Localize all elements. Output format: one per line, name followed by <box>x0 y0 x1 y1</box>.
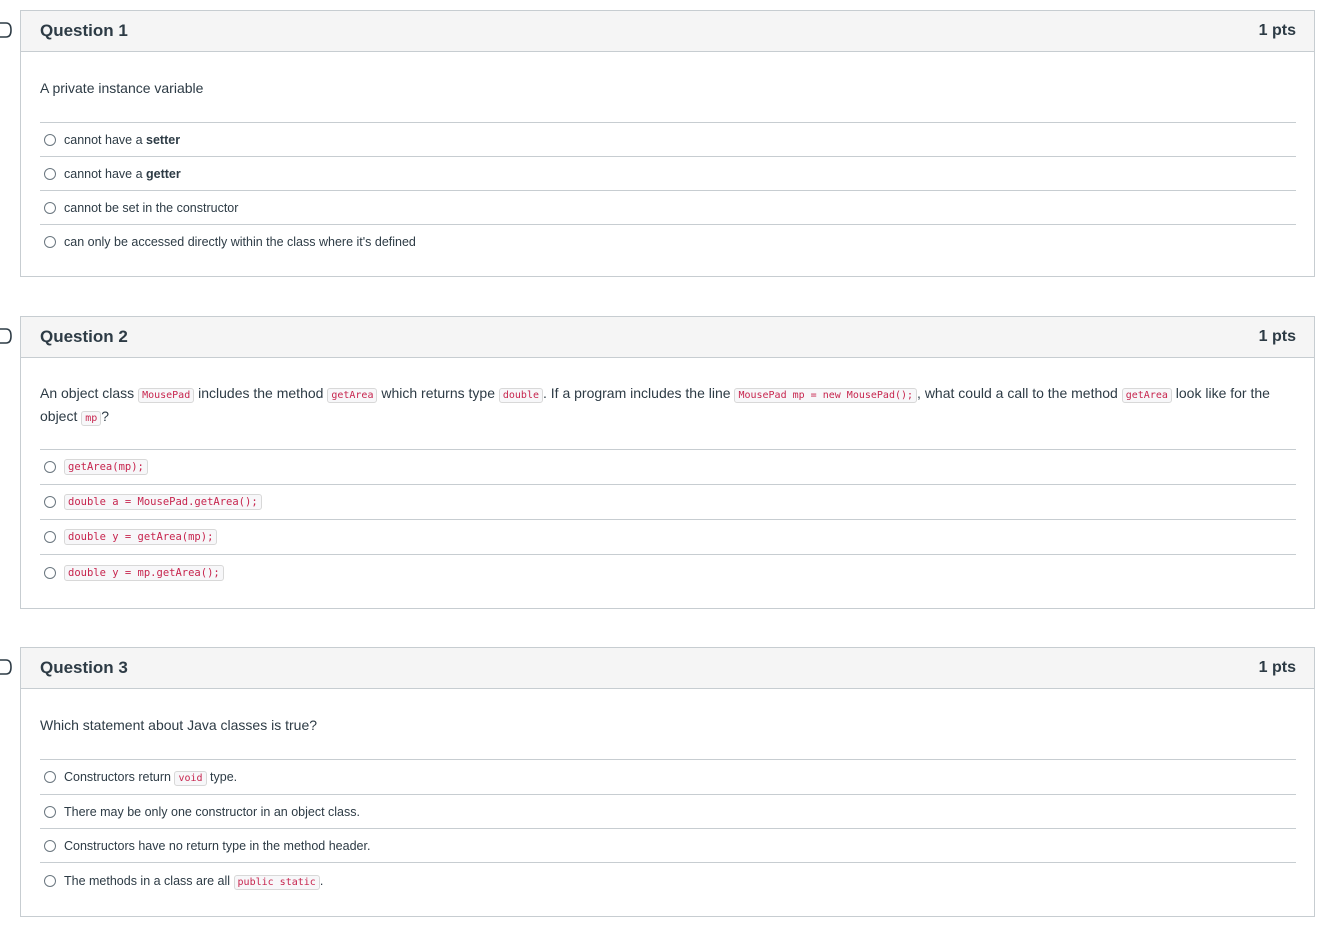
radio-button-icon[interactable] <box>44 496 56 508</box>
answer-option[interactable]: cannot be set in the constructor <box>40 191 1296 225</box>
flag-question-icon[interactable] <box>0 22 14 38</box>
flag-question-icon[interactable] <box>0 659 14 675</box>
answer-option[interactable]: can only be accessed directly within the… <box>40 225 1296 259</box>
answer-label: There may be only one constructor in an … <box>64 804 360 819</box>
answer-option[interactable]: cannot have a setter <box>40 123 1296 157</box>
radio-button-icon[interactable] <box>44 805 56 818</box>
question-prompt: Which statement about Java classes is tr… <box>40 689 1296 759</box>
inline-code: MousePad <box>138 388 195 403</box>
question-title: Question 3 <box>40 658 128 677</box>
question-2: Question 2 1 pts An object class MousePa… <box>0 316 1315 609</box>
inline-code: void <box>174 771 207 786</box>
radio-button-icon[interactable] <box>44 566 56 579</box>
answer-list: getArea(mp); double a = MousePad.getArea… <box>40 449 1296 590</box>
question-prompt: An object class MousePad includes the me… <box>40 385 1270 426</box>
inline-code: double <box>498 388 543 403</box>
inline-code: MousePad mp = new MousePad(); <box>734 388 918 403</box>
radio-button-icon[interactable] <box>44 771 56 783</box>
answer-label: The methods in a class are all public st… <box>64 873 324 890</box>
prompt-text: Which statement about Java classes is tr… <box>40 717 318 733</box>
answer-list: cannot have a setter cannot have a gette… <box>40 122 1296 259</box>
answer-label: Constructors return void type. <box>64 770 238 786</box>
question-3: Question 3 1 pts Which statement about J… <box>0 647 1315 917</box>
answer-option[interactable]: double y = mp.getArea(); <box>40 555 1296 590</box>
question-title: Question 2 <box>40 327 128 346</box>
inline-code: mp <box>81 411 102 426</box>
answer-option[interactable]: double a = MousePad.getArea(); <box>40 485 1296 520</box>
inline-code: public static <box>233 874 320 890</box>
answer-code: double y = getArea(mp); <box>64 529 218 545</box>
answer-option[interactable]: Constructors have no return type in the … <box>40 829 1296 863</box>
answer-option[interactable]: Constructors return void type. <box>40 760 1296 795</box>
inline-code: getArea <box>1121 388 1172 403</box>
radio-button-icon[interactable] <box>44 531 56 543</box>
answer-label: can only be accessed directly within the… <box>64 235 416 249</box>
flag-question-icon[interactable] <box>0 328 14 344</box>
answer-option[interactable]: getArea(mp); <box>40 450 1296 485</box>
question-prompt: A private instance variable <box>40 52 1296 122</box>
answer-label: cannot have a setter <box>64 132 181 147</box>
radio-button-icon[interactable] <box>44 874 56 887</box>
question-points: 1 pts <box>1258 22 1296 39</box>
answer-code: double a = MousePad.getArea(); <box>64 494 262 510</box>
radio-button-icon[interactable] <box>44 167 56 180</box>
answer-option[interactable]: cannot have a getter <box>40 157 1296 191</box>
quiz-page: Question 1 1 pts A private instance vari… <box>0 0 1341 937</box>
answer-code: double y = mp.getArea(); <box>64 564 224 581</box>
answer-code: getArea(mp); <box>64 459 148 475</box>
radio-button-icon[interactable] <box>44 133 56 146</box>
radio-button-icon[interactable] <box>44 461 56 473</box>
answer-label: cannot be set in the constructor <box>64 200 239 215</box>
radio-button-icon[interactable] <box>44 236 56 248</box>
question-header: Question 1 1 pts <box>21 11 1314 52</box>
answer-label: cannot have a getter <box>64 166 181 181</box>
answer-list: Constructors return void type. There may… <box>40 759 1296 898</box>
answer-option[interactable]: There may be only one constructor in an … <box>40 795 1296 829</box>
inline-code: getArea <box>327 388 378 403</box>
question-header: Question 3 1 pts <box>21 648 1314 689</box>
question-1: Question 1 1 pts A private instance vari… <box>0 10 1315 277</box>
radio-button-icon[interactable] <box>44 839 56 852</box>
question-points: 1 pts <box>1258 328 1296 345</box>
radio-button-icon[interactable] <box>44 201 56 214</box>
answer-label: Constructors have no return type in the … <box>64 838 371 853</box>
question-header: Question 2 1 pts <box>21 317 1314 358</box>
question-title: Question 1 <box>40 21 128 40</box>
prompt-text: A private instance variable <box>40 80 204 96</box>
answer-option[interactable]: double y = getArea(mp); <box>40 520 1296 555</box>
question-points: 1 pts <box>1258 659 1296 676</box>
answer-option[interactable]: The methods in a class are all public st… <box>40 863 1296 898</box>
